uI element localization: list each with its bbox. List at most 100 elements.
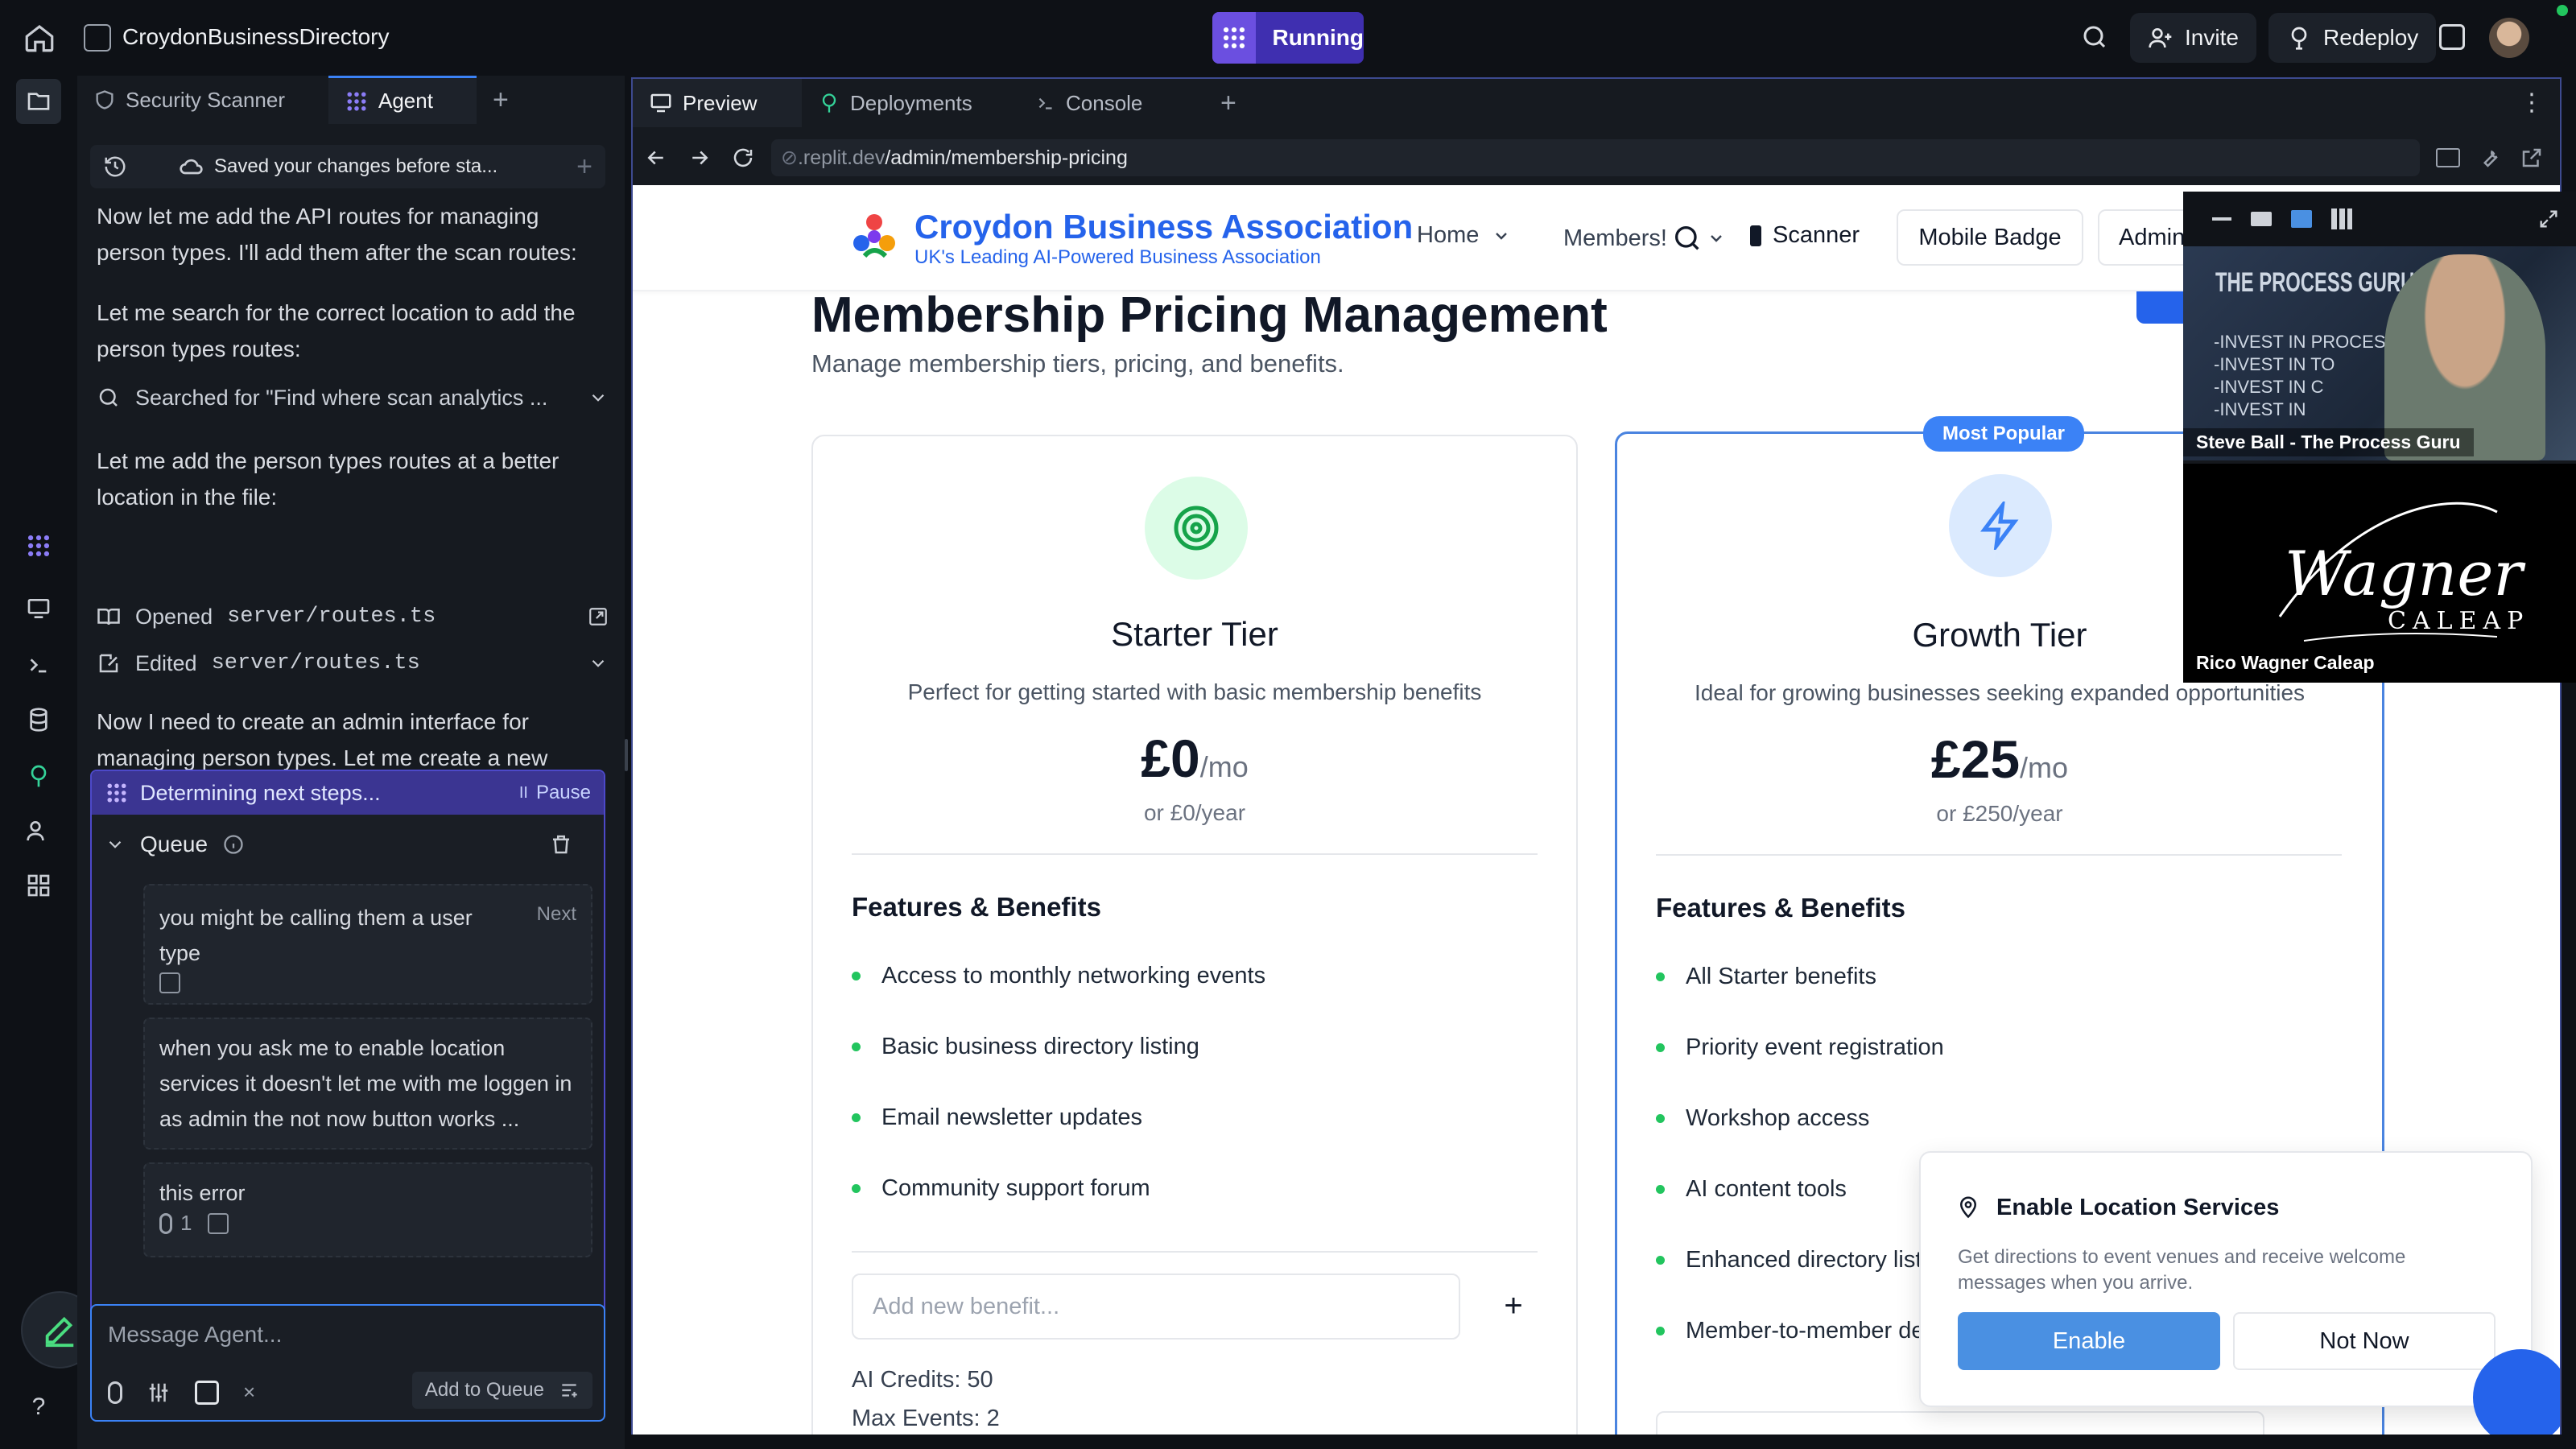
backdrop-line: -INVEST IN C — [2214, 377, 2324, 397]
gallery-icon[interactable] — [2331, 208, 2352, 229]
home-icon[interactable] — [23, 21, 56, 55]
participant-tile[interactable]: THE PROCESS GURU WAY -INVEST IN PROCESS … — [2183, 246, 2576, 460]
message-input[interactable]: Message Agent... — [108, 1322, 282, 1348]
tier-description: Perfect for getting started with basic m… — [907, 679, 1482, 704]
add-benefit-input[interactable]: Add new benefit... — [1656, 1411, 2264, 1435]
search-icon[interactable] — [2080, 23, 2109, 52]
preview-icon[interactable] — [21, 591, 56, 626]
feature-item: Priority event registration — [1656, 1030, 2340, 1065]
users-icon[interactable] — [21, 813, 56, 848]
participant-name: Rico Wagner Caleap — [2183, 649, 2388, 677]
brand-logo-icon[interactable] — [848, 209, 900, 264]
cpu-icon[interactable] — [195, 1380, 219, 1405]
tier-price: £25/mo — [1930, 729, 2069, 789]
info-icon — [224, 835, 243, 854]
divider — [1656, 854, 2342, 856]
queue-item[interactable]: you might be calling them a user type Ne… — [143, 884, 592, 1005]
queue-header[interactable]: Queue — [92, 815, 604, 874]
mobile-badge-button[interactable]: Mobile Badge — [1897, 209, 2083, 266]
add-to-queue-button[interactable]: Add to Queue — [411, 1372, 592, 1409]
add-benefit-button[interactable]: + — [1489, 1282, 1538, 1330]
console-icon[interactable] — [21, 647, 56, 683]
queue-item[interactable]: when you ask me to enable location servi… — [143, 1018, 592, 1150]
avatar[interactable] — [2489, 18, 2529, 58]
pause-button[interactable]: II Pause — [519, 782, 591, 804]
close-icon[interactable]: × — [243, 1380, 255, 1405]
database-icon[interactable] — [21, 702, 56, 737]
open-external-icon — [589, 608, 607, 625]
tier-yearly: or £0/year — [1143, 800, 1246, 825]
tier-name: Starter Tier — [1111, 615, 1278, 653]
enable-button[interactable]: Enable — [1958, 1312, 2220, 1370]
invite-button[interactable]: Invite — [2130, 13, 2256, 63]
project-name[interactable]: CroydonBusinessDirectory — [122, 24, 389, 50]
page-title: Membership Pricing Management — [811, 287, 1608, 343]
running-status-button[interactable]: Running — [1212, 12, 1364, 64]
notifications-icon[interactable] — [2439, 24, 2465, 50]
open-external-icon — [2522, 148, 2541, 167]
help-icon[interactable]: ? — [21, 1389, 56, 1425]
tab-preview[interactable]: Preview — [633, 79, 802, 127]
backdrop-line: -INVEST IN — [2214, 399, 2306, 419]
pause-icon: II — [518, 783, 528, 802]
brand-name[interactable]: Croydon Business Association — [914, 208, 1413, 246]
backdrop-line: -INVEST IN TO — [2214, 354, 2335, 374]
edit-file-icon — [99, 654, 118, 673]
preview-tabs: Preview Deployments Console + ⋮ — [633, 79, 2560, 127]
devices-icon[interactable] — [2436, 148, 2460, 167]
bullet-dot — [852, 1042, 861, 1051]
opened-file-row[interactable]: Opened server/routes.ts — [97, 599, 609, 634]
add-icon[interactable]: + — [576, 151, 592, 183]
checkpoint-bar[interactable]: Saved your changes before sta... + — [90, 145, 605, 188]
add-benefit-input[interactable]: Add new benefit... — [852, 1274, 1460, 1340]
files-icon[interactable] — [16, 79, 61, 124]
speaker-view-icon[interactable] — [2251, 212, 2272, 226]
book-icon — [97, 609, 120, 625]
nav-home[interactable]: Home — [1417, 222, 1511, 249]
side-by-side-icon[interactable] — [2291, 210, 2312, 228]
attach-icon[interactable] — [108, 1381, 122, 1404]
top-bar: CroydonBusinessDirectory Running Invite … — [0, 0, 2576, 76]
target-icon — [1145, 477, 1248, 580]
queue-item[interactable]: this error 1 — [143, 1162, 592, 1257]
agent-icon[interactable] — [21, 528, 56, 564]
tab-deployments[interactable]: Deployments — [802, 79, 1019, 127]
next-badge: Next — [536, 903, 576, 925]
logo-script: Wagner — [2285, 538, 2523, 609]
more-options-icon[interactable]: ⋮ — [2520, 91, 2544, 115]
agent-icon — [347, 92, 366, 110]
link-icon: ⊘ — [781, 147, 798, 169]
apps-grid-icon[interactable] — [21, 868, 56, 903]
nav-scanner[interactable]: Scanner — [1750, 222, 1860, 249]
nav-members[interactable]: Members! — [1563, 222, 1726, 254]
deploy-icon — [822, 93, 836, 113]
feature-item: Access to monthly networking events — [852, 958, 1536, 993]
add-benefit-button[interactable]: + — [2293, 1419, 2342, 1435]
panel-resize-handle[interactable] — [625, 739, 628, 771]
logo-caps: CALEAP — [2388, 607, 2530, 635]
bullet-dot — [1656, 1113, 1665, 1123]
minimize-icon[interactable] — [2212, 217, 2231, 221]
url-bar[interactable]: ⊘ .replit.dev /admin/membership-pricing — [771, 139, 2420, 176]
bullet-dot — [852, 1183, 861, 1193]
deployments-icon[interactable] — [21, 758, 56, 794]
edited-file-row[interactable]: Edited server/routes.ts — [97, 646, 609, 681]
tab-security-scanner[interactable]: Security Scanner — [77, 76, 328, 124]
new-tab-icon[interactable]: + — [477, 76, 525, 124]
redeploy-button[interactable]: Redeploy — [2268, 13, 2437, 63]
agent-status-box: Determining next steps... II Pause Queue… — [90, 770, 605, 1389]
features-heading: Features & Benefits — [852, 892, 1101, 922]
search-action-row[interactable]: Searched for "Find where scan analytics … — [97, 380, 609, 415]
participant-tile[interactable]: Wagner CALEAP Rico Wagner Caleap — [2183, 464, 2576, 683]
left-rail: ? — [0, 76, 98, 1449]
not-now-button[interactable]: Not Now — [2233, 1312, 2496, 1370]
tab-console[interactable]: Console — [1019, 79, 1204, 127]
bullet-dot — [1656, 1326, 1665, 1335]
new-tab-icon[interactable]: + — [1204, 79, 1253, 127]
bullet-dot — [852, 1113, 861, 1122]
running-label: Running — [1272, 25, 1364, 50]
chevron-down-icon — [1711, 235, 1722, 242]
bullet-dot — [1656, 1042, 1665, 1052]
message-input-box[interactable]: Message Agent... × Add to Queue — [90, 1304, 605, 1422]
tab-agent[interactable]: Agent — [328, 76, 477, 124]
